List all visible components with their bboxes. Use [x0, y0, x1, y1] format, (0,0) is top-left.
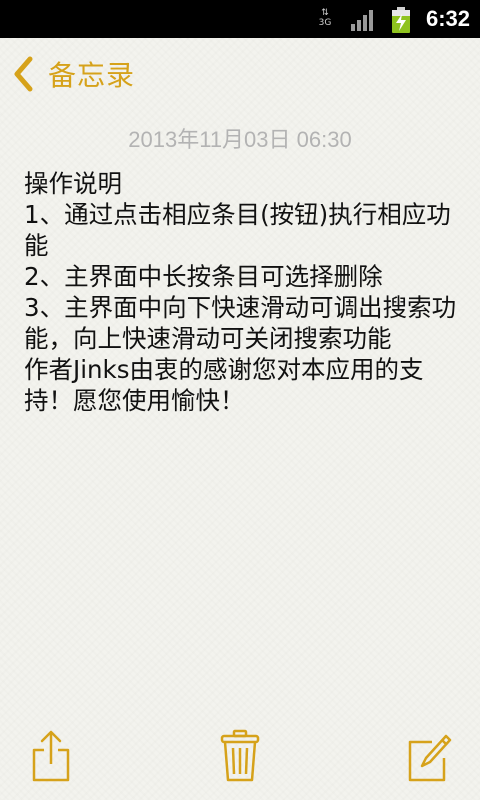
- compose-button[interactable]: [404, 728, 454, 784]
- chevron-left-icon: [14, 56, 33, 92]
- note-content[interactable]: 操作说明 1、通过点击相应条目(按钮)执行相应功能 2、主界面中长按条目可选择删…: [24, 168, 464, 416]
- trash-icon: [220, 729, 260, 782]
- data-arrows-icon: ⇅: [321, 8, 329, 18]
- nav-bar: 备忘录: [0, 38, 480, 108]
- status-clock: 6:32: [425, 6, 470, 31]
- share-button[interactable]: [28, 728, 78, 784]
- delete-button[interactable]: [216, 728, 266, 784]
- note-timestamp: 2013年11月03日 06:30: [128, 127, 352, 152]
- bottom-toolbar: [0, 710, 480, 800]
- note-page: 备忘录 2013年11月03日 06:30 操作说明 1、通过点击相应条目(按钮…: [0, 38, 480, 800]
- back-label: 备忘录: [48, 59, 136, 92]
- battery-charging-icon: [392, 7, 410, 33]
- back-button[interactable]: 备忘录: [12, 52, 135, 96]
- network-indicator: ⇅ 3G: [316, 8, 334, 28]
- share-icon: [32, 730, 70, 782]
- network-type: 3G: [318, 18, 332, 28]
- compose-icon: [408, 734, 452, 782]
- signal-icon: [351, 10, 373, 31]
- status-bar: ⇅ 3G 6:32: [0, 0, 480, 38]
